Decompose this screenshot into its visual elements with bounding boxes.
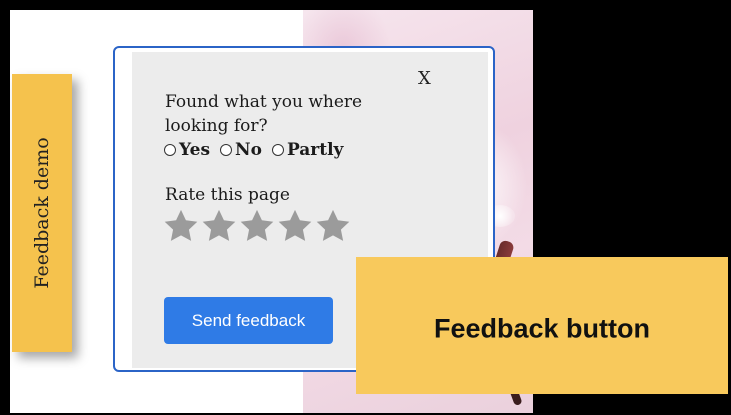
star-rating [162,207,352,245]
star-icon[interactable] [276,207,314,245]
option-label: Partly [286,140,344,160]
radio-icon[interactable] [220,144,233,156]
star-icon[interactable] [162,207,200,245]
option-yes[interactable]: Yes [164,140,210,160]
answer-options: Yes No Partly [164,140,343,160]
option-partly[interactable]: Partly [271,140,344,160]
star-icon[interactable] [238,207,276,245]
radio-icon[interactable] [271,144,284,156]
feedback-tab[interactable]: Feedback demo [12,74,72,352]
callout-label-box: Feedback button [356,257,728,394]
option-no[interactable]: No [220,140,262,160]
feedback-tab-label: Feedback demo [31,137,53,289]
callout-label: Feedback button [433,313,650,344]
option-label: No [235,140,262,160]
send-feedback-button[interactable]: Send feedback [164,297,333,344]
star-icon[interactable] [314,207,352,245]
star-icon[interactable] [200,207,238,245]
feedback-question: Found what you where looking for? [165,92,363,136]
rating-title: Rate this page [165,185,290,205]
option-label: Yes [179,140,211,160]
close-icon[interactable]: X [418,68,431,89]
radio-icon[interactable] [164,144,176,156]
